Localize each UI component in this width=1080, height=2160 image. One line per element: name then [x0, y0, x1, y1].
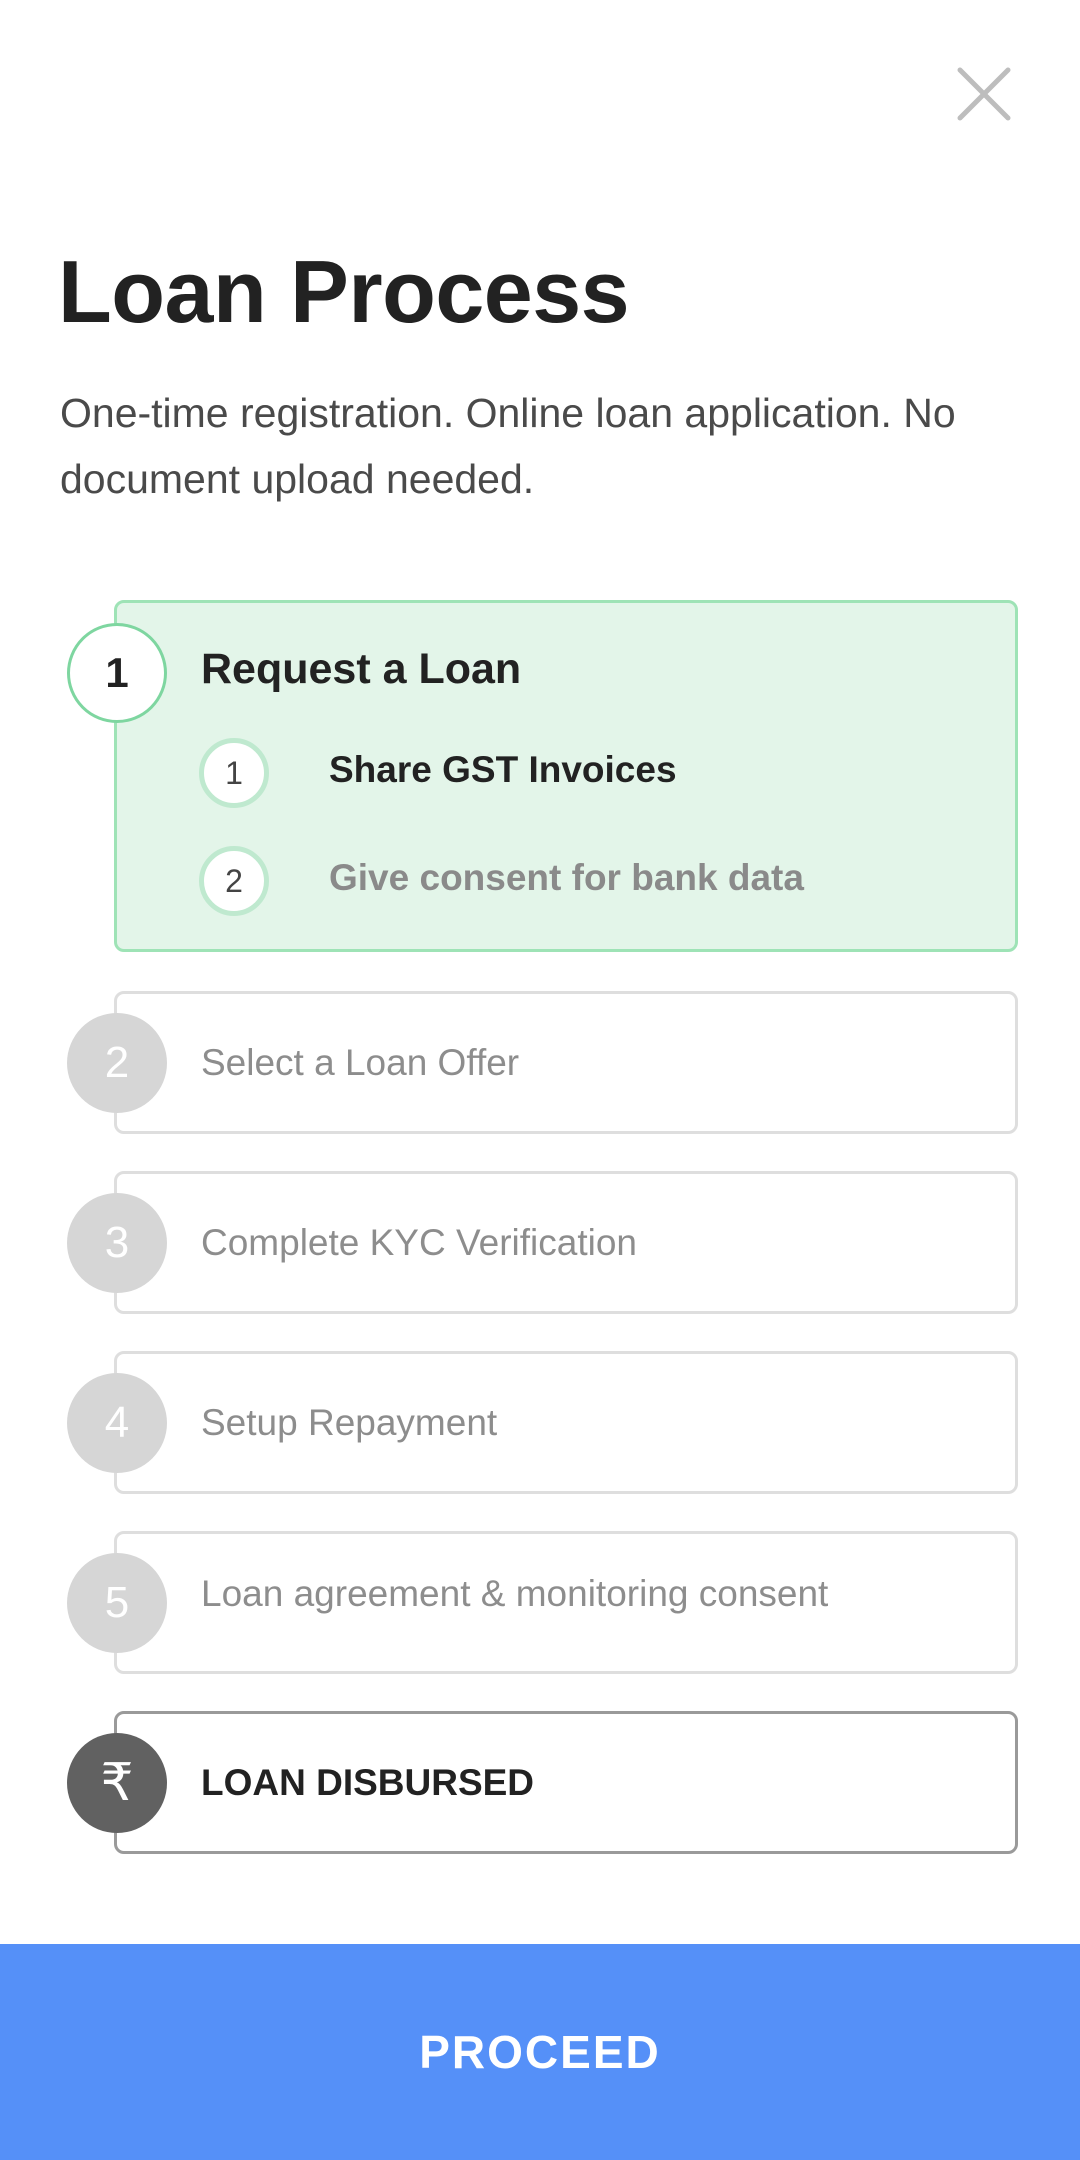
proceed-button[interactable]: PROCEED — [0, 1944, 1080, 2160]
substep-number-badge: 1 — [199, 738, 269, 808]
step-setup-repayment[interactable]: Setup Repayment — [114, 1351, 1018, 1494]
step-number-badge: 3 — [67, 1193, 167, 1293]
page-title: Loan Process — [58, 242, 630, 341]
step-select-loan-offer[interactable]: Select a Loan Offer — [114, 991, 1018, 1134]
step-number-badge: 4 — [67, 1373, 167, 1473]
page-subtitle: One-time registration. Online loan appli… — [60, 390, 956, 502]
substep-number-badge: 2 — [199, 846, 269, 916]
step-title: Loan agreement & monitoring consent — [201, 1573, 829, 1614]
step-kyc-verification[interactable]: Complete KYC Verification — [114, 1171, 1018, 1314]
substep-bank-data-consent[interactable]: Give consent for bank data — [329, 857, 804, 899]
step-title: Select a Loan Offer — [201, 1041, 520, 1083]
step-loan-disbursed: LOAN DISBURSED — [114, 1711, 1018, 1854]
step-title: Complete KYC Verification — [201, 1221, 637, 1263]
step-title: LOAN DISBURSED — [201, 1761, 535, 1803]
close-icon — [957, 67, 1011, 121]
close-button[interactable] — [950, 60, 1018, 128]
step-title: Request a Loan — [201, 645, 522, 693]
step-number-badge: 2 — [67, 1013, 167, 1113]
step-request-loan[interactable]: Request a Loan 1 Share GST Invoices 2 Gi… — [114, 600, 1018, 952]
step-loan-agreement[interactable]: Loan agreement & monitoring consent — [114, 1531, 1018, 1674]
step-number-badge-active: 1 — [67, 623, 167, 723]
step-number-badge: 5 — [67, 1553, 167, 1653]
substep-share-gst-invoices[interactable]: Share GST Invoices — [329, 749, 677, 791]
rupee-icon: ₹ — [67, 1733, 167, 1833]
step-title: Setup Repayment — [201, 1401, 498, 1443]
